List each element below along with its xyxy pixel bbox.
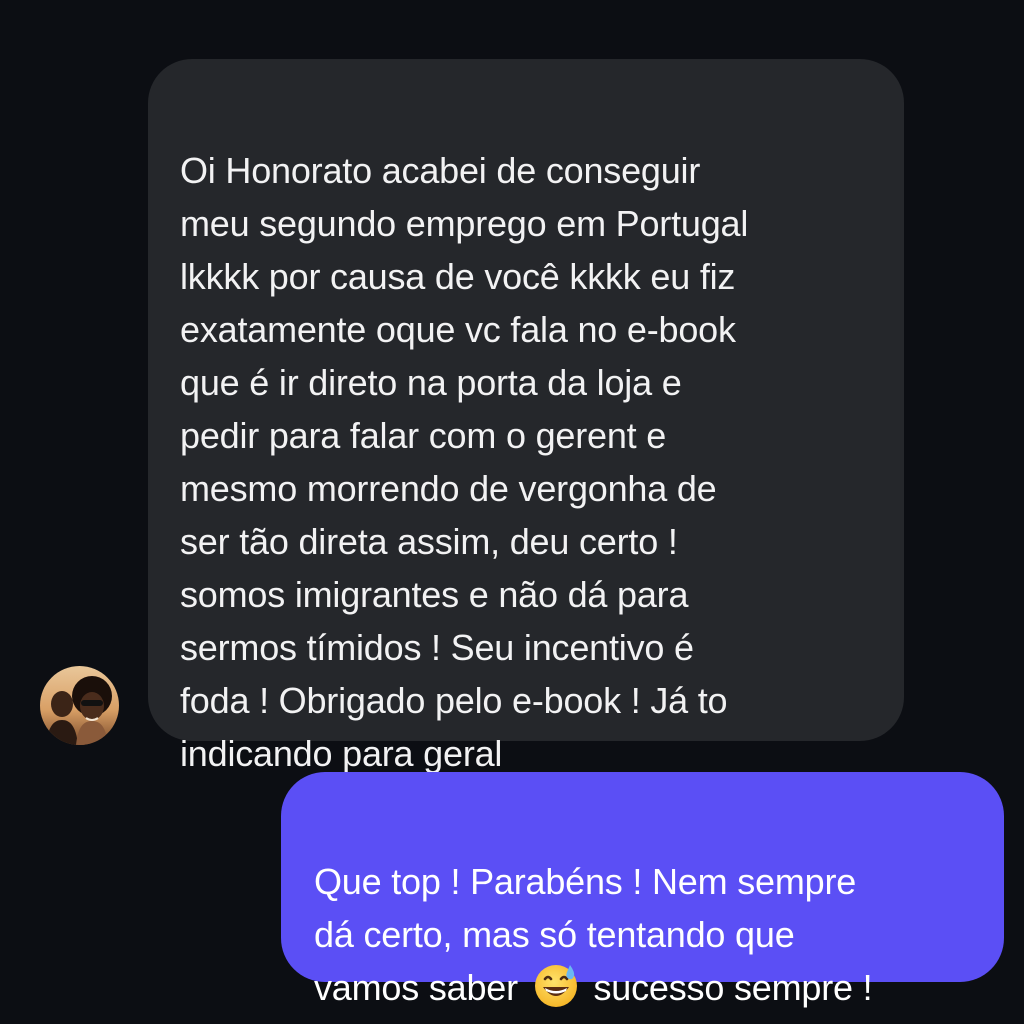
chat-thread: Oi Honorato acabei de conseguir meu segu… <box>0 0 1024 1024</box>
incoming-message-bubble[interactable]: Oi Honorato acabei de conseguir meu segu… <box>148 59 904 774</box>
outgoing-message-text-end: sucesso sempre ! <box>583 967 873 1008</box>
sender-avatar[interactable] <box>40 666 119 745</box>
avatar-photo-icon <box>40 666 119 745</box>
outgoing-message-bubble[interactable]: Que top ! Parabéns ! Nem sempre dá certo… <box>281 772 1004 1008</box>
grinning-face-with-sweat-icon <box>534 965 577 1007</box>
incoming-message-text: Oi Honorato acabei de conseguir meu segu… <box>180 150 749 774</box>
